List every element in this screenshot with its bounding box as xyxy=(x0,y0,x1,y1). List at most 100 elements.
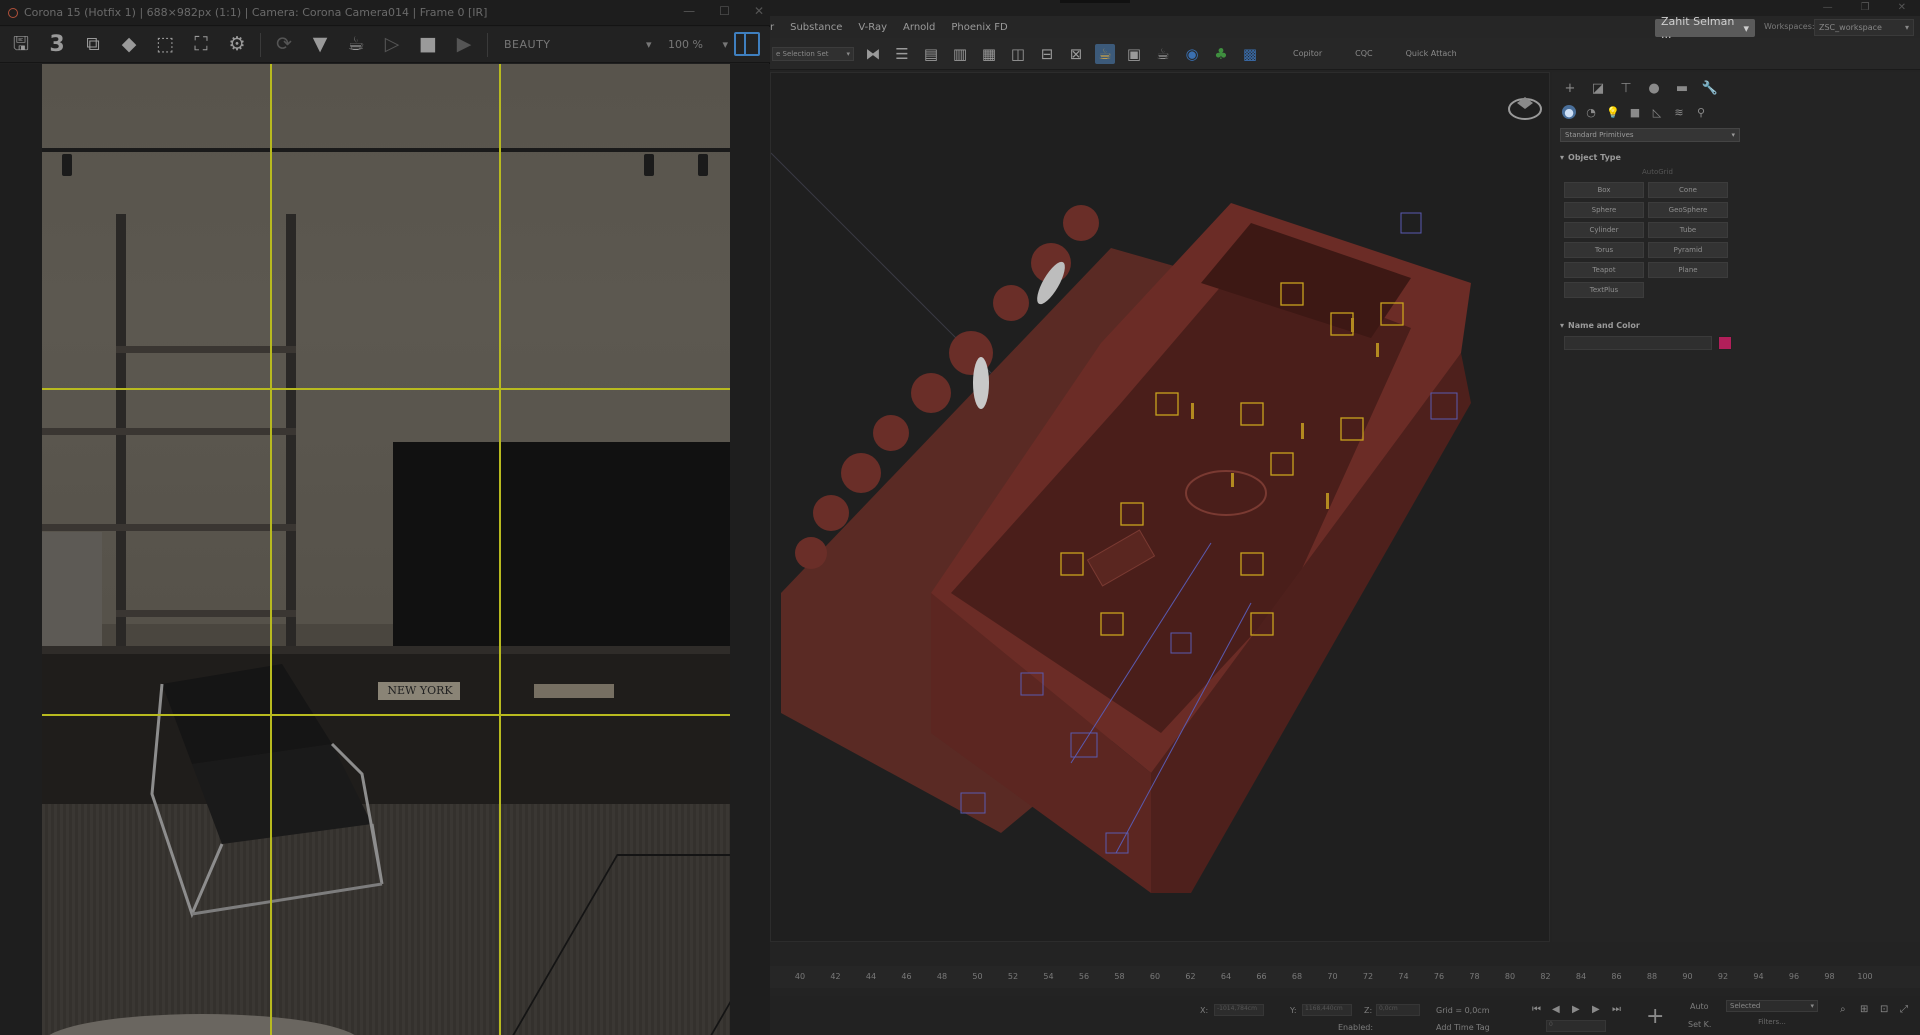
space-warps-icon[interactable]: ≋ xyxy=(1672,105,1686,119)
cameras-icon[interactable]: ■ xyxy=(1628,105,1642,119)
zoom-extents-icon[interactable]: ⊡ xyxy=(1880,1004,1888,1015)
box-button[interactable]: Box xyxy=(1564,182,1644,198)
play-filled-icon[interactable]: ▶ xyxy=(451,32,477,58)
x-coordinate-field[interactable]: -1014,784cm xyxy=(1214,1004,1264,1016)
play-icon[interactable]: ▷ xyxy=(379,32,405,58)
current-frame-field[interactable]: 0 xyxy=(1546,1020,1606,1032)
motion-tab-icon[interactable]: ● xyxy=(1646,80,1662,96)
three-icon[interactable]: 3 xyxy=(44,32,70,58)
perspective-viewport[interactable] xyxy=(770,72,1550,942)
auto-key-button[interactable]: Auto xyxy=(1690,1002,1709,1011)
align-icon[interactable]: ☰ xyxy=(892,44,912,64)
minimize-icon[interactable]: — xyxy=(683,4,695,18)
teapot-icon[interactable]: ☕ xyxy=(343,32,369,58)
curve-editor-icon[interactable]: ◫ xyxy=(1008,44,1028,64)
layer-explorer-icon[interactable]: ▥ xyxy=(950,44,970,64)
restore-icon[interactable]: ❐ xyxy=(1861,2,1870,13)
stop-icon[interactable]: ■ xyxy=(415,32,441,58)
name-color-header[interactable]: ▾ Name and Color xyxy=(1560,318,1735,332)
hierarchy-tab-icon[interactable]: ⊤ xyxy=(1618,80,1634,96)
copitor-button[interactable]: Copitor xyxy=(1293,49,1322,58)
display-tab-icon[interactable]: ▬ xyxy=(1674,80,1690,96)
zoom-icon[interactable]: ⌕ xyxy=(1840,1004,1846,1015)
prev-frame-icon[interactable]: ◀ xyxy=(1552,1004,1560,1015)
schematic-view-icon[interactable]: ⊟ xyxy=(1037,44,1057,64)
modify-tab-icon[interactable]: ◪ xyxy=(1590,80,1606,96)
settings-icon[interactable]: ⚙ xyxy=(224,32,250,58)
autogrid-checkbox[interactable]: AutoGrid xyxy=(1642,168,1735,176)
material-editor-icon[interactable]: ⊠ xyxy=(1066,44,1086,64)
close-icon[interactable]: ✕ xyxy=(1898,2,1906,13)
shapes-icon[interactable]: ◔ xyxy=(1584,105,1598,119)
render-setup-icon[interactable]: ☕ xyxy=(1095,43,1115,64)
goto-start-icon[interactable]: ⏮ xyxy=(1532,1004,1541,1015)
teapot-button[interactable]: Teapot xyxy=(1564,262,1644,278)
toggle-side-panel-button[interactable] xyxy=(734,32,760,56)
railclone-icon[interactable]: ▩ xyxy=(1240,44,1260,64)
rendered-frame-icon[interactable]: ▣ xyxy=(1124,44,1144,64)
cylinder-button[interactable]: Cylinder xyxy=(1564,222,1644,238)
add-key-icon[interactable]: + xyxy=(1646,1004,1664,1029)
layers-icon[interactable]: ⧉ xyxy=(80,32,106,58)
scene-explorer-icon[interactable]: ▤ xyxy=(921,44,941,64)
menu-item-phoenix[interactable]: Phoenix FD xyxy=(951,22,1007,33)
key-filter-select[interactable]: Selected ▾ xyxy=(1726,1000,1818,1012)
zoom-all-icon[interactable]: ⊞ xyxy=(1860,1004,1868,1015)
quick-attach-button[interactable]: Quick Attach xyxy=(1406,49,1457,58)
eraser-icon[interactable]: ◆ xyxy=(116,32,142,58)
primitive-type-select[interactable]: Standard Primitives ▾ xyxy=(1560,128,1740,142)
v-icon[interactable]: ▼ xyxy=(307,32,333,58)
plane-button[interactable]: Plane xyxy=(1648,262,1728,278)
cqc-button[interactable]: CQC xyxy=(1355,49,1372,58)
create-tab-icon[interactable]: + xyxy=(1562,80,1578,96)
object-color-swatch[interactable] xyxy=(1718,336,1732,350)
tube-button[interactable]: Tube xyxy=(1648,222,1728,238)
lights-icon[interactable]: 💡 xyxy=(1606,105,1620,119)
maximize-viewport-icon[interactable]: ⤢ xyxy=(1900,1004,1908,1015)
workspace-select[interactable]: ZSC_workspace ▾ xyxy=(1814,19,1914,36)
geosphere-button[interactable]: GeoSphere xyxy=(1648,202,1728,218)
vfb-title-bar[interactable]: Corona 15 (Hotfix 1) | 688×982px (1:1) |… xyxy=(0,0,770,26)
render-image[interactable]: NEW YORK xyxy=(42,64,730,1035)
pyramid-button[interactable]: Pyramid xyxy=(1648,242,1728,258)
goto-end-icon[interactable]: ⏭ xyxy=(1612,1004,1621,1015)
z-coordinate-field[interactable]: 0,0cm xyxy=(1376,1004,1420,1016)
ribbon-icon[interactable]: ▦ xyxy=(979,44,999,64)
vray-icon[interactable]: ◉ xyxy=(1182,44,1202,64)
user-account-button[interactable]: Zahit Selman ... ▾ xyxy=(1655,15,1755,41)
object-name-input[interactable] xyxy=(1564,336,1712,350)
maximize-icon[interactable]: ☐ xyxy=(719,4,730,18)
next-frame-icon[interactable]: ▶ xyxy=(1592,1004,1600,1015)
play-icon[interactable]: ▶ xyxy=(1572,1004,1580,1015)
y-coordinate-field[interactable]: 1168,440cm xyxy=(1302,1004,1352,1016)
filters-button[interactable]: Filters... xyxy=(1726,1018,1818,1030)
add-time-tag-button[interactable]: Add Time Tag xyxy=(1436,1023,1490,1032)
render-pass-select[interactable]: BEAUTY ▾ xyxy=(498,33,658,57)
close-icon[interactable]: ✕ xyxy=(754,4,764,18)
refresh-icon[interactable]: ⟳ xyxy=(271,32,297,58)
systems-icon[interactable]: ⚲ xyxy=(1694,105,1708,119)
sphere-button[interactable]: Sphere xyxy=(1564,202,1644,218)
torus-button[interactable]: Torus xyxy=(1564,242,1644,258)
render-teapot-icon[interactable]: ☕ xyxy=(1153,44,1173,64)
utilities-tab-icon[interactable]: 🔧 xyxy=(1702,80,1718,96)
menu-item-truncated[interactable]: r xyxy=(770,22,774,33)
mirror-icon[interactable]: ⧓ xyxy=(863,44,883,64)
minimize-icon[interactable]: — xyxy=(1823,2,1833,13)
cone-button[interactable]: Cone xyxy=(1648,182,1728,198)
max-title-bar[interactable]: — ❐ ✕ xyxy=(770,0,1920,16)
menu-item-arnold[interactable]: Arnold xyxy=(903,22,935,33)
save-icon[interactable]: 🖫 xyxy=(8,32,34,58)
object-type-header[interactable]: ▾ Object Type xyxy=(1560,150,1735,164)
region-select-icon[interactable]: ⬚ xyxy=(152,32,178,58)
forest-icon[interactable]: ♣ xyxy=(1211,44,1231,64)
textplus-button[interactable]: TextPlus xyxy=(1564,282,1644,298)
menu-item-substance[interactable]: Substance xyxy=(790,22,842,33)
helpers-icon[interactable]: ◺ xyxy=(1650,105,1664,119)
fit-icon[interactable]: ⛶ xyxy=(188,32,214,58)
viewcube-icon[interactable] xyxy=(1505,89,1545,123)
selection-set-select[interactable]: e Selection Set ▾ xyxy=(772,46,854,61)
zoom-select[interactable]: 100 % ▾ xyxy=(668,33,728,57)
geometry-icon[interactable]: ● xyxy=(1562,105,1576,119)
timeline-ruler[interactable]: 40 42 44 46 48 50 52 54 56 58 60 62 64 66 68 70 72 74 76 78… xyxy=(770,966,1920,988)
